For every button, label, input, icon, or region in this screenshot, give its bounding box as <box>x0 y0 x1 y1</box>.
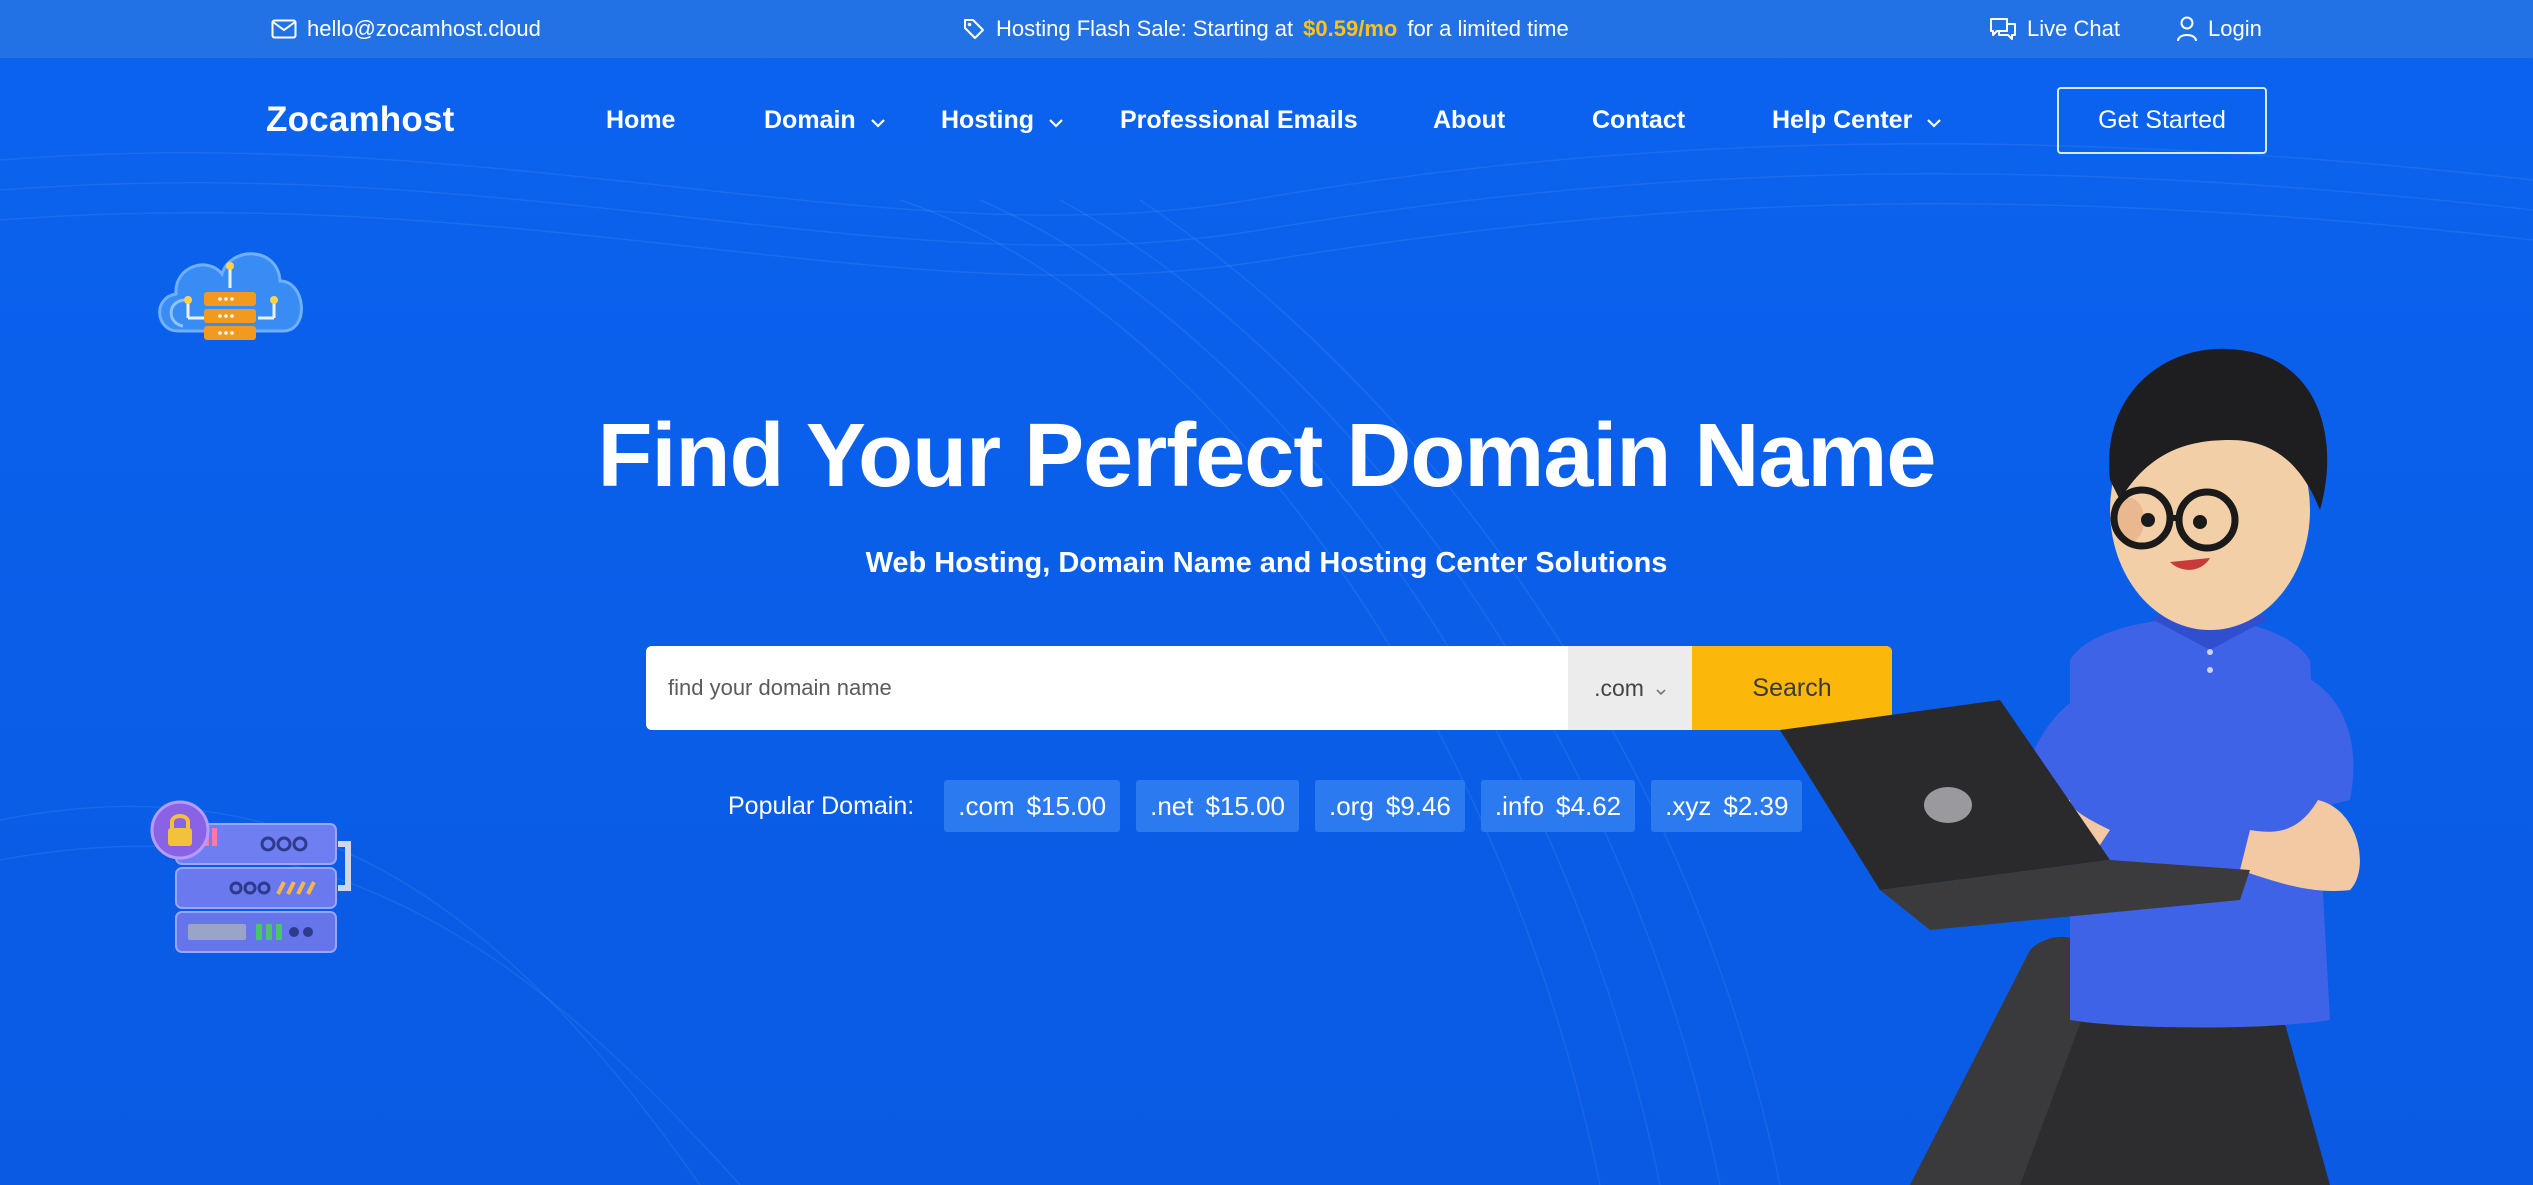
chevron-down-icon <box>1656 675 1666 702</box>
mail-icon <box>271 19 297 39</box>
nav-item-contact[interactable]: Contact <box>1592 106 1685 135</box>
domain-price: $9.46 <box>1385 790 1451 821</box>
domain-chip-net[interactable]: .net $15.00 <box>1136 780 1299 832</box>
domain-price: $4.62 <box>1556 790 1622 821</box>
nav-item-about[interactable]: About <box>1433 106 1505 135</box>
domain-tld: .xyz <box>1665 790 1712 821</box>
domain-chip-info[interactable]: .info $4.62 <box>1480 780 1636 832</box>
nav-item-label: Domain <box>764 106 856 134</box>
email-text: hello@zocamhost.cloud <box>307 16 541 41</box>
domain-search-form: .com Search <box>646 646 1892 730</box>
tag-icon <box>962 17 986 41</box>
nav-item-label: About <box>1433 106 1506 134</box>
person-with-laptop-illustration <box>1780 348 2360 1185</box>
domain-search-input[interactable] <box>646 646 1568 730</box>
get-started-button[interactable]: Get Started <box>2057 87 2267 154</box>
live-chat-label: Live Chat <box>2027 16 2120 41</box>
nav-item-label: Contact <box>1592 106 1686 134</box>
domain-tld: .net <box>1150 790 1194 821</box>
domain-tld: .info <box>1494 790 1545 821</box>
main-navigation: Zocamhost Home Domain Hosting Profession… <box>0 58 2533 183</box>
cloud-server-illustration <box>158 252 303 340</box>
brand-logo[interactable]: Zocamhost <box>266 100 455 140</box>
domain-chip-com[interactable]: .com $15.00 <box>944 780 1121 832</box>
user-icon <box>2176 16 2198 42</box>
nav-item-label: Help Center <box>1772 106 1913 134</box>
login-label: Login <box>2208 16 2262 41</box>
contact-email[interactable]: hello@zocamhost.cloud <box>271 0 541 58</box>
popular-domains: Popular Domain: .com $15.00 .net $15.00 … <box>728 780 1818 832</box>
nav-item-professional-emails[interactable]: Professional Emails <box>1120 106 1358 135</box>
domain-tld: .com <box>958 790 1015 821</box>
chat-bubbles-icon <box>1989 17 2017 41</box>
server-rack-lock-illustration <box>150 800 351 953</box>
tld-select[interactable]: .com <box>1568 646 1692 730</box>
popular-domains-label: Popular Domain: <box>728 791 915 820</box>
domain-tld: .org <box>1329 790 1374 821</box>
nav-item-label: Home <box>606 106 676 134</box>
domain-price: $15.00 <box>1026 790 1107 821</box>
promo-prefix: Hosting Flash Sale: Starting at <box>996 16 1294 41</box>
login-link[interactable]: Login <box>2176 0 2262 58</box>
promo-suffix: for a limited time <box>1407 16 1569 41</box>
domain-chip-org[interactable]: .org $9.46 <box>1315 780 1465 832</box>
chevron-down-icon <box>870 106 886 135</box>
nav-item-label: Professional Emails <box>1120 106 1358 134</box>
nav-item-home[interactable]: Home <box>606 106 675 135</box>
live-chat-link[interactable]: Live Chat <box>1989 0 2120 58</box>
nav-item-hosting[interactable]: Hosting <box>941 106 1064 135</box>
tld-selected-value: .com <box>1594 674 1644 701</box>
domain-price: $15.00 <box>1205 790 1285 821</box>
top-bar: hello@zocamhost.cloud Hosting Flash Sale… <box>0 0 2533 58</box>
nav-item-domain[interactable]: Domain <box>764 106 886 135</box>
chevron-down-icon <box>1048 106 1064 135</box>
nav-item-label: Hosting <box>941 106 1035 134</box>
nav-item-help-center[interactable]: Help Center <box>1772 106 1942 135</box>
promo-banner: Hosting Flash Sale: Starting at $0.59/mo… <box>962 0 1569 58</box>
promo-price: $0.59/mo <box>1303 16 1398 41</box>
chevron-down-icon <box>1926 106 1942 135</box>
